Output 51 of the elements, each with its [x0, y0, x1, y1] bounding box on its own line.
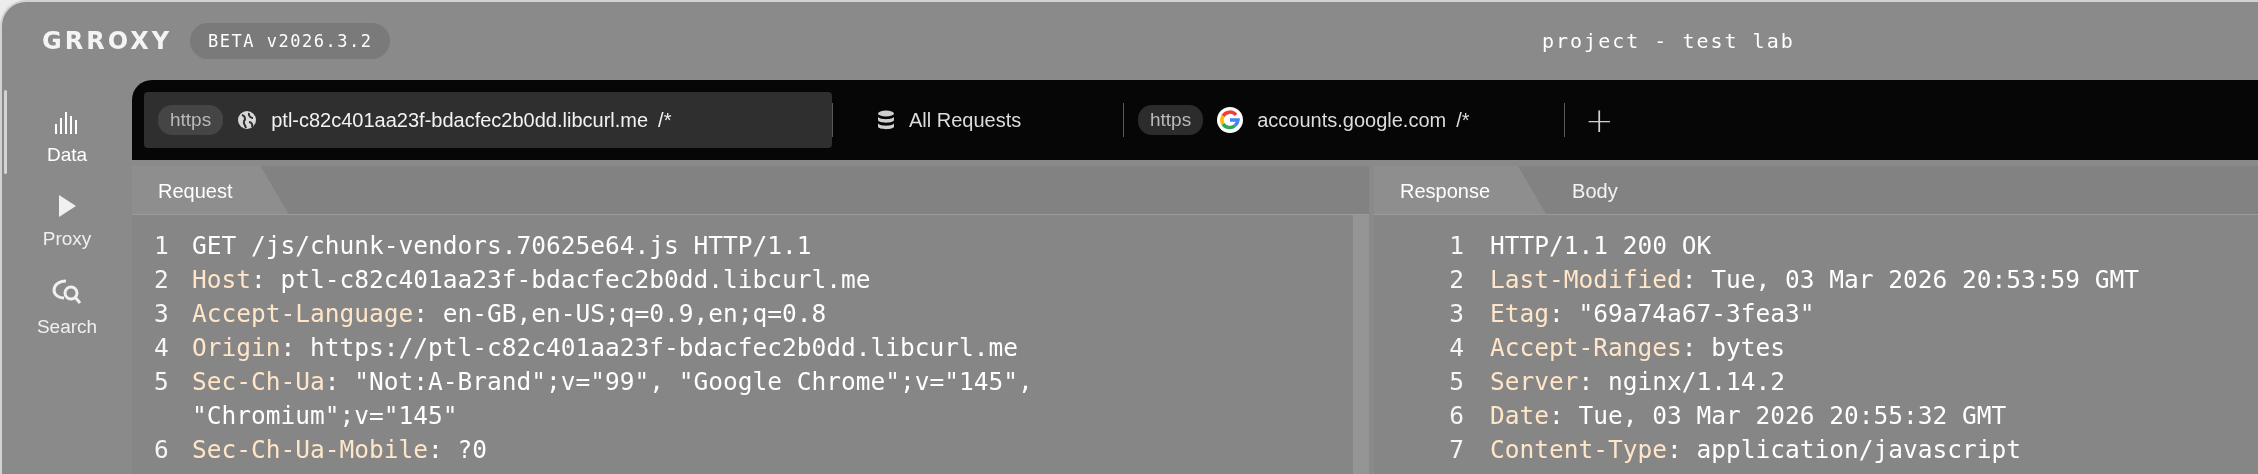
line-number: 4 — [1448, 332, 1464, 364]
host-label: ptl-c82c401aa23f-bdacfec2b0dd.libcurl.me — [271, 108, 649, 132]
code-line: Content-Type: application/javascript — [1490, 434, 2022, 466]
globe-icon — [237, 110, 258, 130]
code-line: Last-Modified: Tue, 03 Mar 2026 20:53:59 GMT — [1490, 264, 2140, 296]
code-line: Date: Tue, 03 Mar 2026 20:55:32 GMT — [1490, 400, 2007, 432]
line-number: 1 — [1448, 230, 1464, 262]
code-line: Host: ptl-c82c401aa23f-bdacfec2b0dd.libcurl.me — [192, 264, 871, 296]
host-tab[interactable]: All Requests — [833, 92, 1123, 148]
code-line: Accept-Language: en-GB,en-US;q=0.9,en;q=0.8 — [192, 298, 827, 330]
line-number: 1 — [154, 230, 170, 262]
line-number: 3 — [154, 298, 170, 330]
search-icon — [52, 278, 82, 306]
window-title: project - test lab — [1542, 29, 1795, 53]
add-tab-button[interactable]: + — [1579, 99, 1620, 141]
line-number: 2 — [1448, 264, 1464, 296]
line-number: 3 — [1448, 298, 1464, 330]
code-line: HTTP/1.1 200 OK — [1490, 230, 1712, 262]
version-badge: BETA v2026.3.2 — [190, 23, 391, 59]
host-tab[interactable]: https accounts.google.com /* — [1124, 92, 1564, 148]
google-g-icon — [1217, 107, 1244, 133]
sidebar-item[interactable]: Search — [17, 278, 117, 338]
play-icon — [57, 194, 77, 218]
bar-chart-icon — [54, 110, 80, 134]
scheme-badge: https — [1138, 105, 1204, 135]
code-line: Sec-Ch-Ua: "Not:A-Brand";v="99", "Google Chrome";v="145", "Chromium";v="145" — [192, 366, 1034, 432]
path-label: /* — [1456, 108, 1470, 132]
database-icon — [877, 110, 895, 130]
line-number: 4 — [154, 332, 170, 364]
host-label: accounts.google.com — [1257, 108, 1447, 132]
code-line: Etag: "69a74a67-3fea3" — [1490, 298, 1815, 330]
code-line: Accept-Ranges: bytes — [1490, 332, 1786, 364]
scheme-badge: https — [158, 105, 224, 135]
app-logo: GRROXY — [42, 27, 173, 55]
sidebar-item[interactable]: Proxy — [17, 194, 117, 250]
line-number: 7 — [1448, 434, 1464, 466]
line-number: 5 — [1448, 366, 1464, 398]
line-number: 6 — [154, 434, 170, 466]
code-line: Server: nginx/1.14.2 — [1490, 366, 1786, 398]
path-label: /* — [658, 108, 672, 132]
code-line: GET /js/chunk-vendors.70625e64.js HTTP/1.1 — [192, 230, 812, 262]
tab-label: All Requests — [909, 108, 1022, 132]
code-line: Origin: https://ptl-c82c401aa23f-bdacfec2b0dd.libcurl.me — [192, 332, 1019, 364]
code-line: Sec-Ch-Ua-Mobile: ?0 — [192, 434, 488, 466]
panel-tab[interactable]: Body — [1546, 166, 1674, 214]
line-number: 6 — [1448, 400, 1464, 432]
line-number: 2 — [154, 264, 170, 296]
panel-tab[interactable]: Request — [132, 166, 289, 214]
panel-tab[interactable]: Response — [1374, 166, 1547, 214]
host-tab[interactable]: https ptl-c82c401aa23f-bdacfec2b0dd.libcurl.me /* — [144, 92, 832, 148]
line-number: 5 — [154, 366, 170, 398]
